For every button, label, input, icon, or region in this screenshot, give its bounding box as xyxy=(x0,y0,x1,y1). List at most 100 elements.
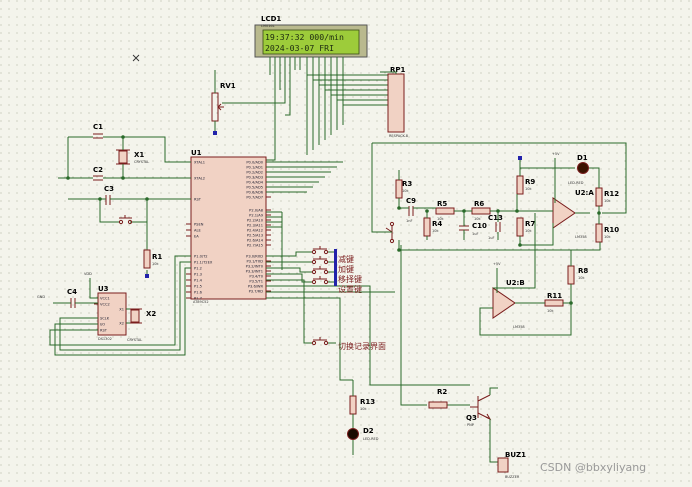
u2a-ref: U2:A xyxy=(575,189,594,197)
r9-supply-marker xyxy=(518,156,522,160)
r10-val: 10k xyxy=(604,235,611,239)
c9-val: 1nF xyxy=(406,219,412,223)
pin-label: XTAL1 xyxy=(194,160,205,164)
pin-label: P0.3/AD3 xyxy=(246,175,263,179)
x1-ref: X1 xyxy=(134,151,144,159)
pin-label: X2 xyxy=(119,321,124,325)
lcd-line-1: 19:37:32 000/min xyxy=(265,32,344,42)
r11-ref: R11 xyxy=(547,292,562,300)
r13-val: 10k xyxy=(360,407,367,411)
r1-ref: R1 xyxy=(152,253,162,261)
r5-ref: R5 xyxy=(437,200,447,208)
pin-label: SCLK xyxy=(100,316,110,320)
schematic-canvas: 19:37:32 000/min 2024-03-07 FRI LCD1 LM0… xyxy=(0,0,692,487)
pin-label: P1.4 xyxy=(194,278,203,282)
r7-ref: R7 xyxy=(525,220,535,228)
r3-val: 10k xyxy=(402,189,409,193)
c9-ref: C9 xyxy=(406,197,416,205)
x2-ref: X2 xyxy=(146,310,156,318)
c13-val: 1uF xyxy=(488,236,494,240)
r1-val: 10k xyxy=(152,262,159,266)
pin-label: P2.0/A8 xyxy=(249,208,264,212)
watermark: CSDN @bbxyliyang xyxy=(540,461,647,474)
pin-label: P2.6/A14 xyxy=(247,238,264,242)
r6-val: 10k xyxy=(474,217,481,221)
u2b-ref: U2:B xyxy=(506,279,525,287)
r12-val: 10k xyxy=(604,199,611,203)
pin-label: P1.7 xyxy=(194,296,202,300)
pin-label: P2.4/A12 xyxy=(247,228,263,232)
shift-key-label: 移择键 xyxy=(338,274,362,284)
pin-label: P1.2 xyxy=(194,266,202,270)
pin-label: PSEN xyxy=(194,222,204,226)
buz1-part: BUZZER xyxy=(505,475,520,479)
q3-ref: Q3 xyxy=(466,414,477,422)
pin-label: X1 xyxy=(119,307,124,311)
r8-val: 10k xyxy=(578,276,585,280)
c2-ref: C2 xyxy=(93,166,103,174)
d2-ref: D2 xyxy=(363,427,374,435)
rv1-ref: RV1 xyxy=(220,82,236,90)
pin-label: RST xyxy=(194,197,202,201)
r4-ref: R4 xyxy=(432,220,442,228)
pin-label: P1.3 xyxy=(194,272,202,276)
u2a-part: LM358 xyxy=(575,235,587,239)
gnd-label: GND xyxy=(37,295,45,299)
pin-label: ALE xyxy=(194,228,201,232)
pin-label: P0.7/AD7 xyxy=(246,195,263,199)
pin-label: P3.7/RD xyxy=(249,289,264,293)
pin-label: P3.3/INT1 xyxy=(246,269,263,273)
plus-key-label: 加键 xyxy=(338,264,354,274)
r9-val: 10k xyxy=(525,187,532,191)
u2b-part: LM358 xyxy=(513,325,525,329)
u3-part: DS1302 xyxy=(98,337,112,341)
lcd-ref: LCD1 xyxy=(261,15,281,23)
pin-label: VCC1 xyxy=(100,296,110,300)
vdd-label: VDD xyxy=(84,272,92,276)
r6-ref: R6 xyxy=(474,200,484,208)
pin-label: P3.2/INT0 xyxy=(246,264,264,268)
d1-part: LED-RED xyxy=(568,181,584,185)
grid-background xyxy=(0,0,692,487)
pin-label: P0.0/AD0 xyxy=(246,160,263,164)
u3-rtc[interactable]: U3 DS1302 xyxy=(97,285,127,341)
pin-label: P2.3/A11 xyxy=(247,223,263,227)
c13-ref: C13 xyxy=(488,214,503,222)
c10-ref: C10 xyxy=(472,222,487,230)
r12-ref: R12 xyxy=(604,190,619,198)
minus-key-label: 减键 xyxy=(338,254,354,264)
u1-ref: U1 xyxy=(191,149,202,157)
r7-val: 10k xyxy=(525,229,532,233)
r2-ref: R2 xyxy=(437,388,447,396)
switch-key-label: 切换记录界面 xyxy=(338,341,386,351)
q3-part: PNP xyxy=(467,423,474,427)
pin-label: P1.0/T2 xyxy=(194,254,208,258)
r1-gnd-marker xyxy=(145,274,149,278)
keys-gnd-marker xyxy=(334,249,337,286)
rv1-gnd-marker xyxy=(213,131,217,135)
set-key-label: 设置键 xyxy=(338,284,362,294)
schematic-svg: 19:37:32 000/min 2024-03-07 FRI LCD1 LM0… xyxy=(0,0,692,487)
u3-ref: U3 xyxy=(98,285,109,293)
pin-label: P1.6 xyxy=(194,290,203,294)
d1-ref: D1 xyxy=(577,154,588,162)
buz1-ref: BUZ1 xyxy=(505,451,526,459)
r13-ref: R13 xyxy=(360,398,375,406)
pin-label: P3.0/RXD xyxy=(246,254,263,258)
pin-label: VCC2 xyxy=(100,302,110,306)
d2-part: LED-RED xyxy=(363,437,379,441)
r8-ref: R8 xyxy=(578,267,588,275)
r4-val: 10k xyxy=(432,229,439,233)
r5-val: 10k xyxy=(437,217,444,221)
pin-label: P3.4/T0 xyxy=(249,274,263,278)
pin-label: P3.6/WR xyxy=(248,284,264,288)
pin-label: P2.5/A13 xyxy=(247,233,263,237)
pin-label: P1.1/T2EX xyxy=(194,260,213,264)
r11-val: 10k xyxy=(547,309,554,313)
lcd-part: LM016L xyxy=(261,24,275,28)
pin-label: P0.6/AD6 xyxy=(246,190,263,194)
rp1-part: RESPACK-8 xyxy=(389,134,408,138)
rp1-ref: RP1 xyxy=(390,66,406,74)
c3-ref: C3 xyxy=(104,185,114,193)
c1-ref: C1 xyxy=(93,123,103,131)
